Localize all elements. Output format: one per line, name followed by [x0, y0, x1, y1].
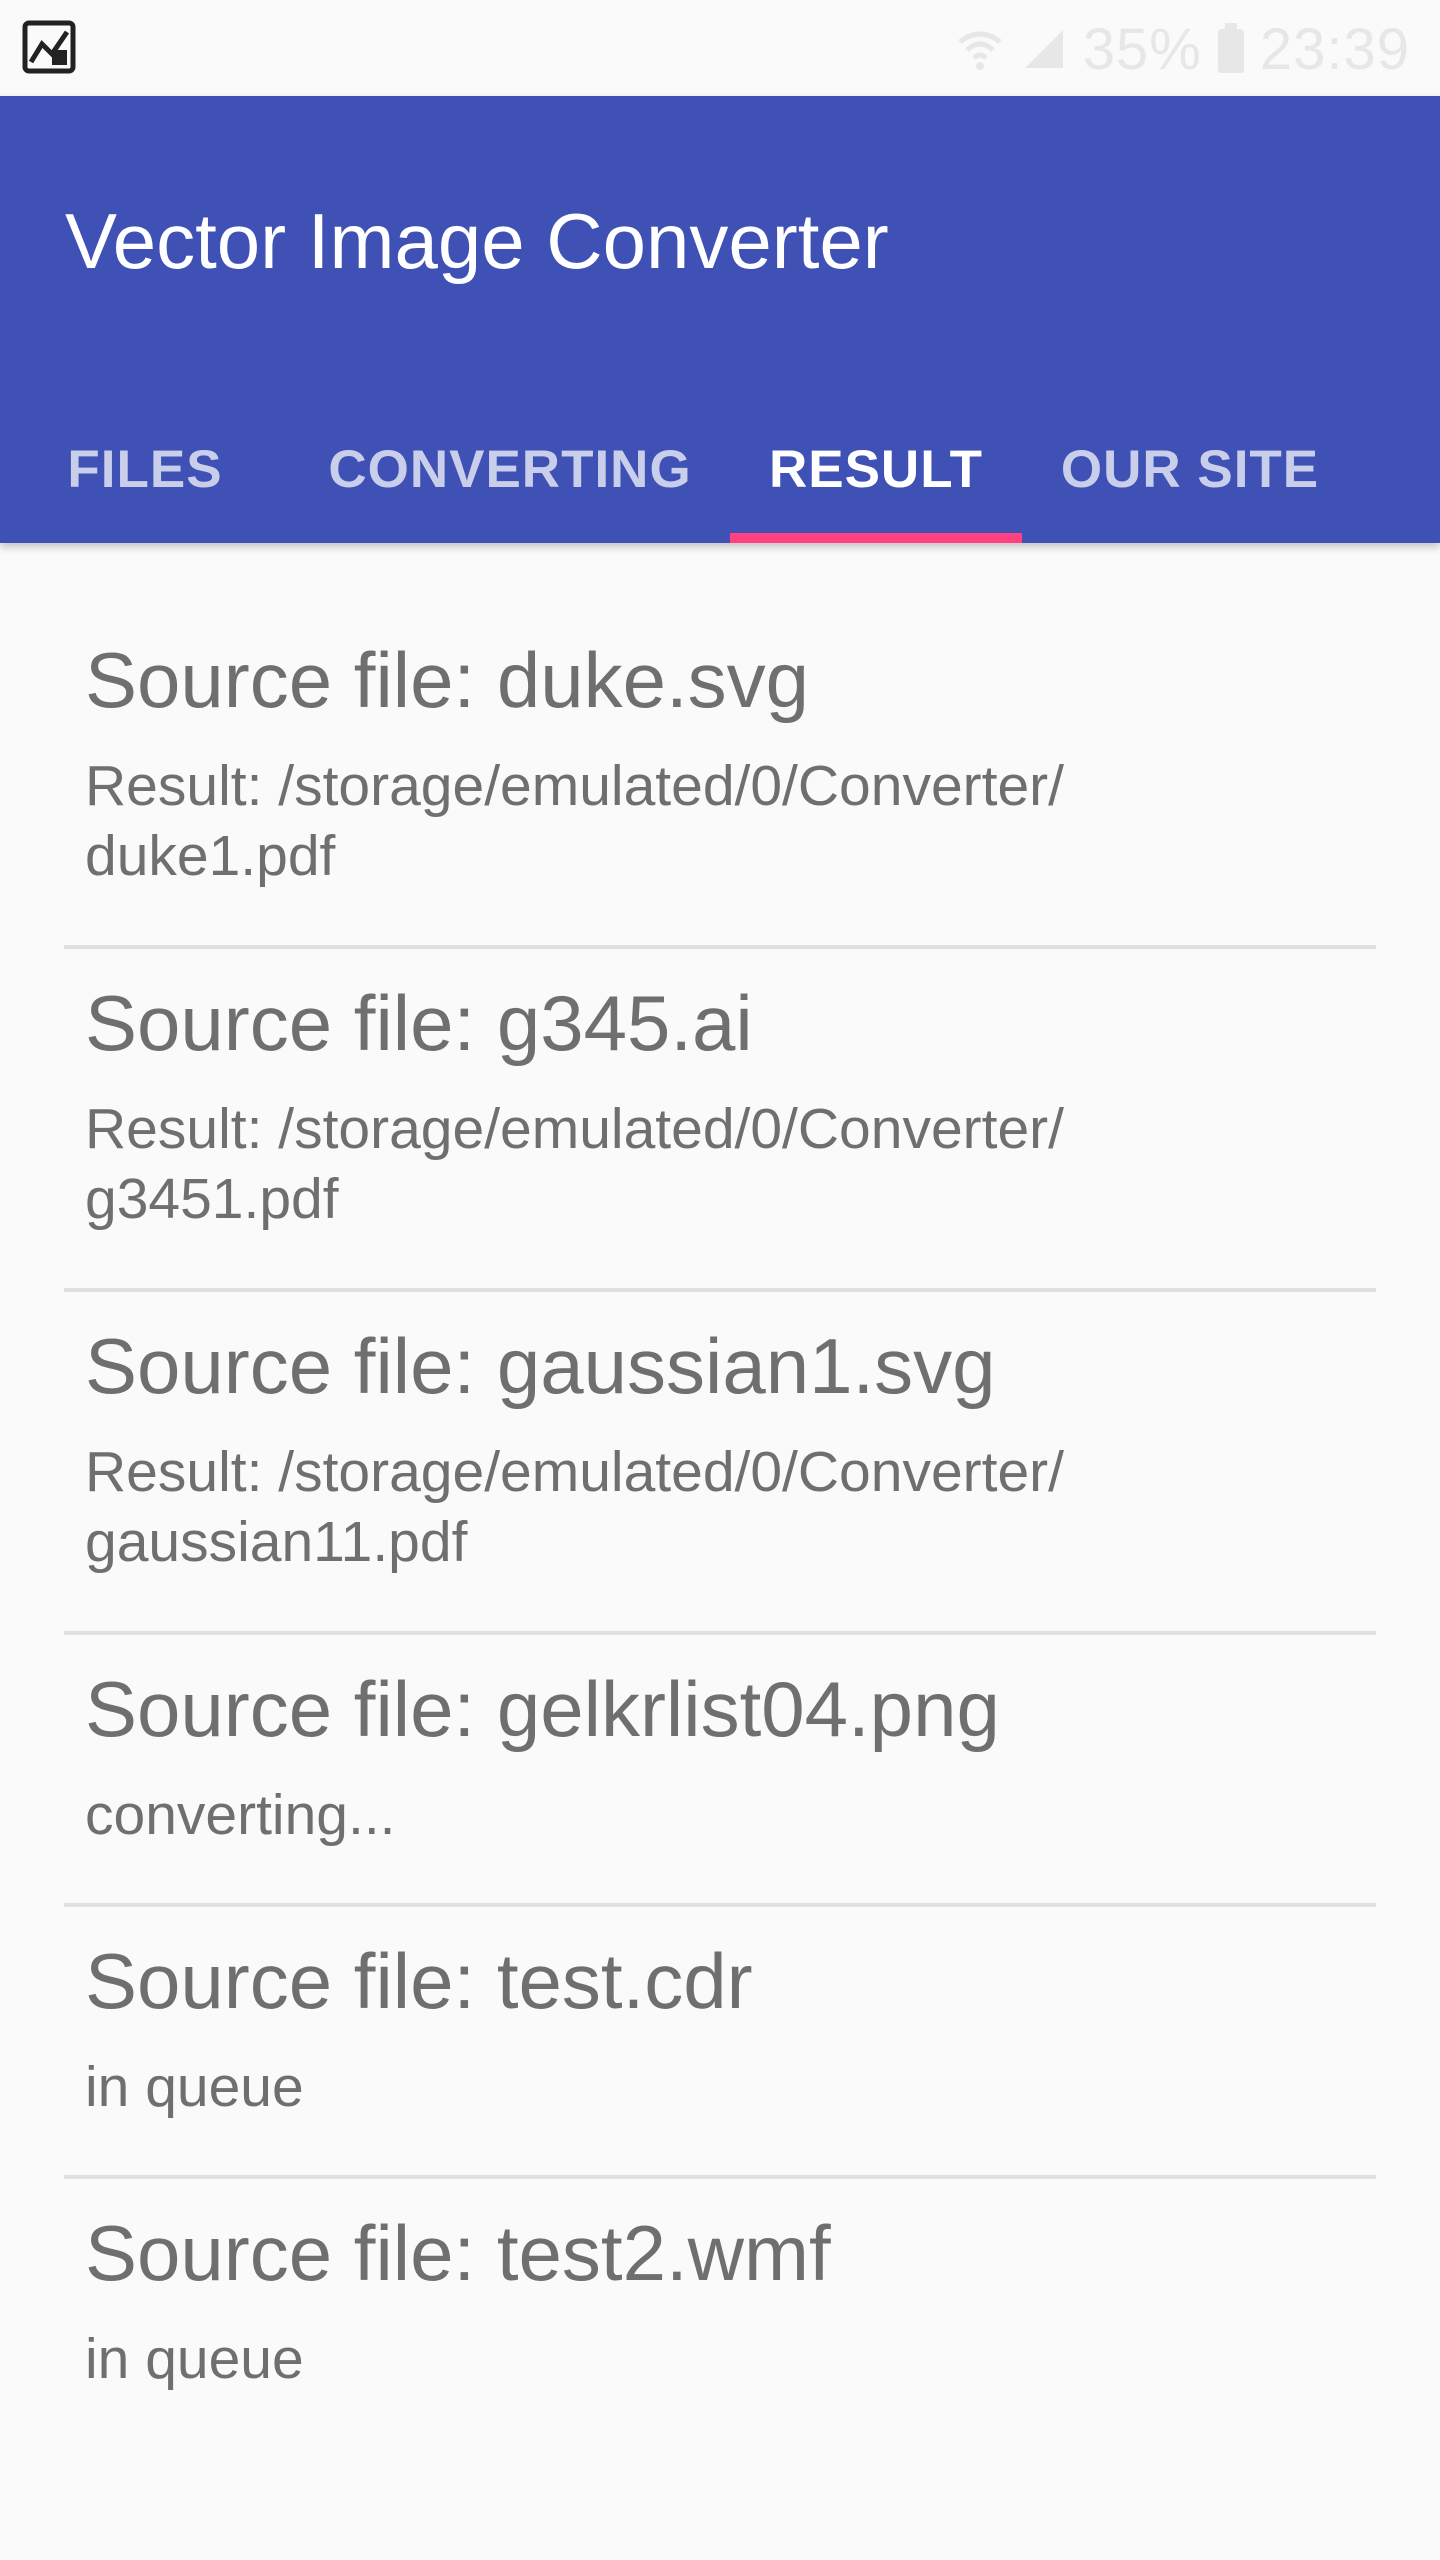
result-path: Result: /storage/emulated/0/Converter/ g…: [85, 1440, 1064, 1574]
status-bar: 35% 23:39: [0, 0, 1440, 96]
app-bar: Vector Image Converter FILES CONVERTING …: [0, 96, 1440, 543]
tab-result[interactable]: RESULT: [730, 396, 1022, 543]
list-item[interactable]: Source file: duke.svg Result: /storage/e…: [64, 600, 1376, 949]
source-file-title: Source file: gaussian1.svg: [85, 1322, 996, 1410]
clock: 23:39: [1259, 16, 1410, 82]
status-text: converting...: [85, 1783, 396, 1847]
result-path: Result: /storage/emulated/0/Converter/ g…: [85, 1097, 1064, 1231]
wifi-icon: [958, 31, 1002, 70]
result-list: Source file: duke.svg Result: /storage/e…: [64, 600, 1376, 2451]
list-item[interactable]: Source file: gelkrlist04.png converting.…: [64, 1635, 1376, 1907]
source-file-title: Source file: test2.wmf: [85, 2209, 831, 2297]
app-title: Vector Image Converter: [65, 197, 889, 285]
battery-icon: [1217, 23, 1244, 73]
tab-converting[interactable]: CONVERTING: [300, 396, 720, 543]
signal-icon: [1024, 30, 1063, 68]
tab-our-site[interactable]: OUR SITE: [1040, 396, 1340, 543]
status-indicators: 35% 23:39: [955, 14, 1410, 84]
status-text: in queue: [85, 2327, 304, 2391]
tab-bar: FILES CONVERTING RESULT OUR SITE: [0, 396, 1440, 543]
status-text: in queue: [85, 2055, 304, 2119]
battery-percent: 35%: [1082, 16, 1202, 82]
active-tab-indicator: [730, 533, 1022, 543]
source-file-title: Source file: gelkrlist04.png: [85, 1665, 1000, 1753]
tab-files[interactable]: FILES: [40, 396, 250, 543]
list-item[interactable]: Source file: test.cdr in queue: [64, 1907, 1376, 2179]
list-item[interactable]: Source file: test2.wmf in queue: [64, 2179, 1376, 2451]
source-file-title: Source file: test.cdr: [85, 1937, 753, 2025]
list-item[interactable]: Source file: g345.ai Result: /storage/em…: [64, 949, 1376, 1292]
list-item[interactable]: Source file: gaussian1.svg Result: /stor…: [64, 1292, 1376, 1635]
source-file-title: Source file: g345.ai: [85, 979, 753, 1067]
result-path: Result: /storage/emulated/0/Converter/ d…: [85, 754, 1064, 888]
source-file-title: Source file: duke.svg: [85, 636, 810, 724]
app-notification-icon: [22, 20, 76, 74]
